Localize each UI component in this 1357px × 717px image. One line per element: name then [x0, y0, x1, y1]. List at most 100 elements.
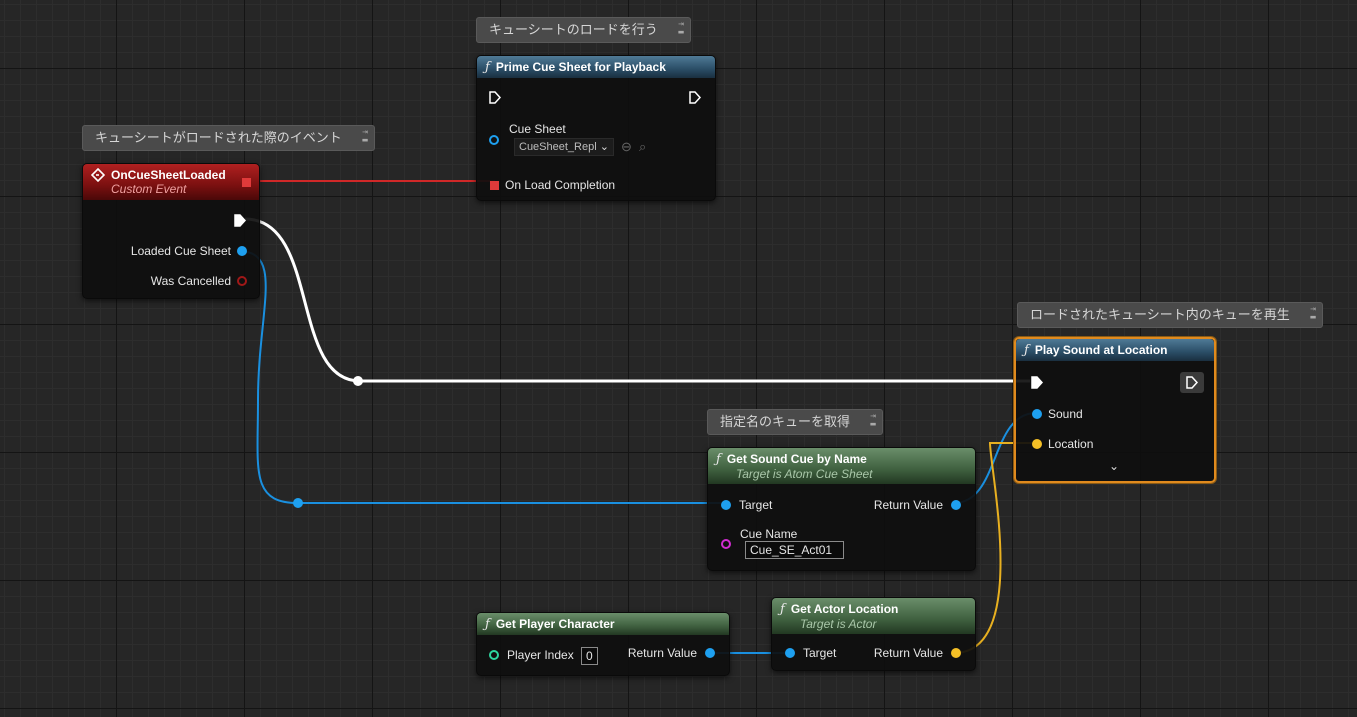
cue-reroute-knot[interactable] — [293, 498, 303, 508]
node-header[interactable]: ƒ Get Player Character — [477, 613, 729, 635]
comment-text: 指定名のキューを取得 — [720, 415, 851, 430]
node-prime-cue-sheet[interactable]: ƒ Prime Cue Sheet for Playback Cue Sheet… — [476, 55, 716, 201]
cue-sheet-asset-select[interactable]: CueSheet_Repl ⌄ — [514, 138, 614, 156]
object-pin-icon — [785, 648, 795, 658]
cue-name-label: Cue Name — [740, 527, 798, 541]
object-pin-icon — [1032, 409, 1042, 419]
return-value-pin[interactable]: Return Value — [628, 646, 715, 660]
vector-pin-icon — [1032, 439, 1042, 449]
node-on-cue-sheet-loaded[interactable]: OnCueSheetLoaded Custom Event Loaded Cue… — [82, 163, 260, 299]
exec-out-icon — [689, 91, 701, 104]
node-subtitle: Target is Actor — [800, 616, 877, 631]
exec-wire — [244, 217, 1030, 383]
node-title: Get Actor Location — [790, 602, 899, 616]
node-title: Get Sound Cue by Name — [726, 452, 867, 466]
function-icon: ƒ — [485, 616, 490, 632]
node-title: OnCueSheetLoaded — [111, 168, 226, 182]
delegate-pin-icon — [242, 178, 251, 187]
exec-out-icon — [1186, 376, 1198, 389]
player-index-pin[interactable]: Player Index — [489, 648, 574, 662]
name-pin-icon — [721, 539, 731, 549]
player-index-input[interactable]: 0 — [581, 647, 598, 665]
exec-in-pin[interactable] — [489, 91, 501, 104]
node-play-sound-at-location[interactable]: ƒ Play Sound at Location Sound Location … — [1014, 337, 1216, 483]
return-value-pin[interactable]: Return Value — [874, 646, 961, 660]
event-icon — [91, 168, 105, 182]
cue-sheet-label: Cue Sheet — [509, 122, 566, 136]
exec-in-pin[interactable] — [1031, 376, 1043, 389]
target-label: Target — [803, 646, 837, 660]
cue-name-input[interactable]: Cue_SE_Act01 — [745, 541, 844, 559]
location-pin[interactable]: Location — [1032, 437, 1093, 451]
on-load-label: On Load Completion — [505, 178, 616, 192]
exec-out-pin[interactable] — [689, 91, 701, 104]
comment-collapse-icon[interactable]: ⇥ ▬ — [868, 412, 878, 428]
vector-pin-icon — [951, 648, 961, 658]
target-pin[interactable]: Target — [785, 646, 836, 660]
bool-pin-icon — [237, 276, 247, 286]
exec-out-pin[interactable] — [234, 214, 246, 227]
function-icon: ƒ — [1024, 342, 1029, 358]
comment-collapse-icon[interactable]: ⇥ ▬ — [360, 128, 370, 144]
node-header[interactable]: ƒ Get Sound Cue by Name Target is Atom C… — [708, 448, 975, 484]
comment-text: キューシートのロードを行う — [489, 23, 658, 38]
return-value-label: Return Value — [873, 646, 943, 660]
sound-pin[interactable]: Sound — [1032, 407, 1083, 421]
function-icon: ƒ — [485, 59, 490, 75]
browse-search-icon[interactable]: ⌕ — [639, 139, 646, 155]
node-header[interactable]: ƒ Play Sound at Location — [1016, 339, 1214, 361]
object-pin-icon — [489, 135, 499, 145]
node-get-player-character[interactable]: ƒ Get Player Character Player Index 0 Re… — [476, 612, 730, 676]
comment-prime[interactable]: キューシートのロードを行う ⇥ ▬ — [476, 17, 691, 43]
comment-text: ロードされたキューシート内のキューを再生 — [1030, 308, 1290, 323]
use-selected-asset-icon[interactable]: ⊖ — [621, 139, 632, 155]
exec-in-icon — [489, 91, 501, 104]
node-title: Prime Cue Sheet for Playback — [495, 60, 666, 74]
exec-reroute-knot[interactable] — [353, 376, 363, 386]
on-load-completion-pin[interactable]: On Load Completion — [490, 178, 615, 192]
player-index-label: Player Index — [507, 648, 574, 662]
comment-event[interactable]: キューシートがロードされた際のイベント ⇥ ▬ — [82, 125, 375, 151]
chevron-down-icon: ⌄ — [599, 141, 609, 153]
cue-sheet-pin[interactable] — [489, 135, 499, 145]
comment-collapse-icon[interactable]: ⇥ ▬ — [1308, 305, 1318, 321]
node-header[interactable]: OnCueSheetLoaded Custom Event — [83, 164, 259, 200]
return-value-pin[interactable]: Return Value — [874, 498, 961, 512]
cue-name-pin[interactable] — [721, 539, 731, 549]
return-value-label: Return Value — [627, 646, 697, 660]
function-icon: ƒ — [716, 451, 721, 467]
node-title: Get Player Character — [495, 617, 615, 631]
exec-out-icon — [234, 214, 246, 227]
target-label: Target — [739, 498, 773, 512]
comment-play[interactable]: ロードされたキューシート内のキューを再生 ⇥ ▬ — [1017, 302, 1323, 328]
object-pin-icon — [237, 246, 247, 256]
loaded-cue-sheet-pin[interactable]: Loaded Cue Sheet — [131, 244, 247, 258]
node-title: Play Sound at Location — [1034, 343, 1168, 357]
return-value-label: Return Value — [873, 498, 943, 512]
comment-collapse-icon[interactable]: ⇥ ▬ — [676, 20, 686, 36]
location-label: Location — [1048, 437, 1094, 451]
node-header[interactable]: ƒ Prime Cue Sheet for Playback — [477, 56, 715, 78]
node-subtitle: Custom Event — [111, 182, 187, 196]
node-get-actor-location[interactable]: ƒ Get Actor Location Target is Actor Tar… — [771, 597, 976, 671]
delegate-pin-icon — [490, 180, 499, 190]
comment-getcue[interactable]: 指定名のキューを取得 ⇥ ▬ — [707, 409, 883, 435]
delegate-out-pin[interactable] — [242, 178, 251, 187]
loaded-cue-sheet-label: Loaded Cue Sheet — [130, 244, 231, 258]
was-cancelled-pin[interactable]: Was Cancelled — [151, 274, 247, 288]
expand-advanced-icon[interactable]: ⌄ — [1109, 459, 1119, 473]
object-pin-icon — [951, 500, 961, 510]
target-pin[interactable]: Target — [721, 498, 772, 512]
sound-label: Sound — [1048, 407, 1083, 421]
object-pin-icon — [721, 500, 731, 510]
cue-sheet-value: CueSheet_Repl — [519, 141, 597, 153]
node-header[interactable]: ƒ Get Actor Location Target is Actor — [772, 598, 975, 634]
comment-text: キューシートがロードされた際のイベント — [95, 131, 342, 146]
was-cancelled-label: Was Cancelled — [150, 274, 231, 288]
object-pin-icon — [705, 648, 715, 658]
cue-sheet-wire — [237, 250, 724, 504]
node-get-sound-cue-by-name[interactable]: ƒ Get Sound Cue by Name Target is Atom C… — [707, 447, 976, 571]
exec-out-pin[interactable] — [1180, 372, 1204, 393]
exec-in-icon — [1031, 376, 1043, 389]
function-icon: ƒ — [780, 601, 785, 617]
